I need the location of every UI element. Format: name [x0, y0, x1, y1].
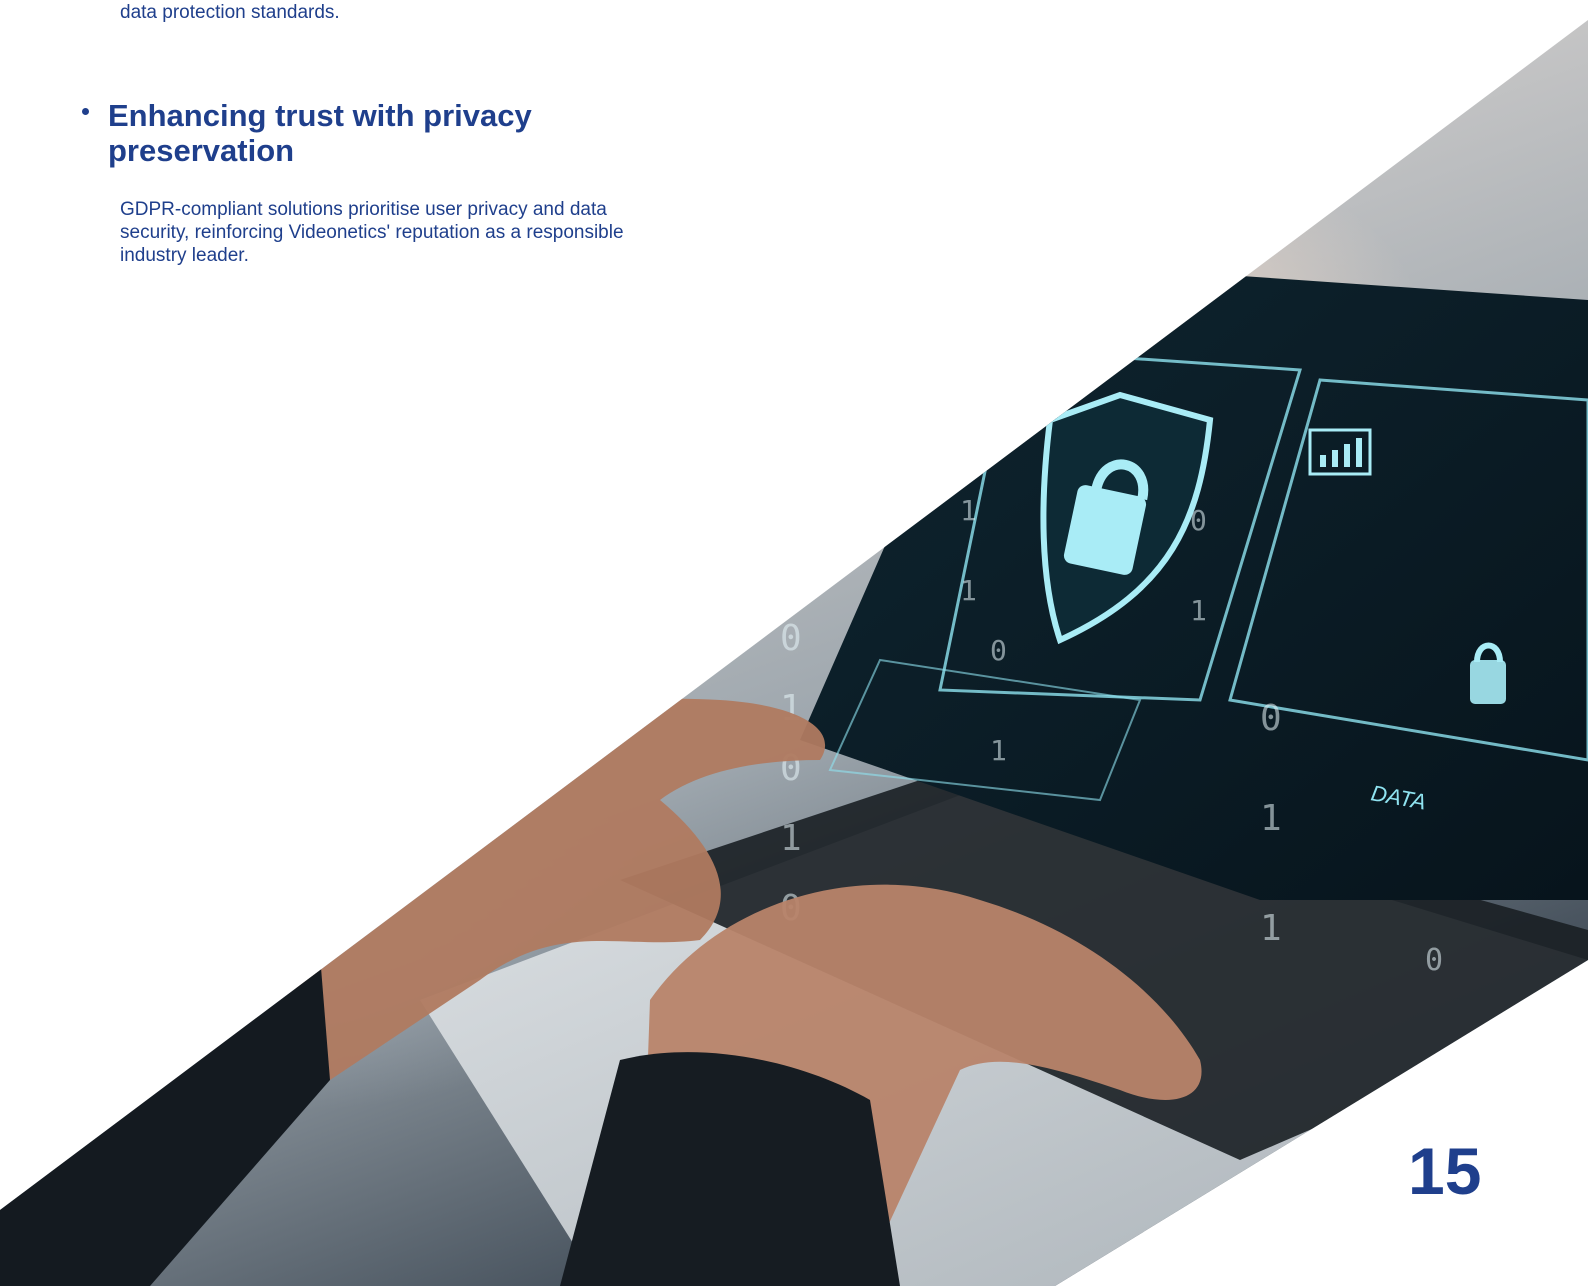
svg-text:1: 1 [1260, 798, 1282, 839]
svg-text:1: 1 [780, 558, 802, 599]
page-number: 15 [1408, 1134, 1482, 1208]
svg-text:0: 0 [380, 681, 393, 706]
svg-text:0: 0 [1190, 504, 1207, 537]
svg-text:0: 0 [1425, 943, 1443, 978]
svg-text:0: 0 [670, 538, 684, 566]
svg-text:1: 1 [380, 881, 393, 906]
cybersecurity-photo: DATA 0 1 0 1 0 1 0 0 1 1 0 1 0 1 0 1 1 0 [0, 20, 1588, 1286]
svg-text:1: 1 [960, 574, 977, 607]
small-lock-icon [1470, 660, 1506, 704]
bullet-dot [82, 108, 89, 115]
svg-text:0: 0 [1260, 698, 1282, 739]
svg-text:1: 1 [1260, 908, 1282, 949]
svg-text:0: 0 [380, 811, 393, 836]
intro-trailing-text: data protection standards. [120, 2, 340, 23]
photo-illustration: DATA 0 1 0 1 0 1 0 0 1 1 0 1 0 1 0 1 1 0 [0, 260, 1588, 1286]
svg-text:0: 0 [780, 488, 802, 529]
svg-text:0: 0 [990, 634, 1007, 667]
left-sleeve [0, 830, 330, 1286]
document-page: data protection standards. Enhancing tru… [0, 0, 1588, 1286]
svg-text:1: 1 [1190, 594, 1207, 627]
svg-text:1: 1 [780, 818, 802, 859]
section-body: GDPR-compliant solutions prioritise user… [120, 199, 624, 266]
svg-text:1: 1 [990, 734, 1007, 767]
svg-text:0: 0 [960, 444, 977, 477]
svg-text:0: 0 [780, 618, 802, 659]
svg-text:1: 1 [960, 494, 977, 527]
section-heading: Enhancing trust with privacy preservatio… [108, 98, 532, 168]
